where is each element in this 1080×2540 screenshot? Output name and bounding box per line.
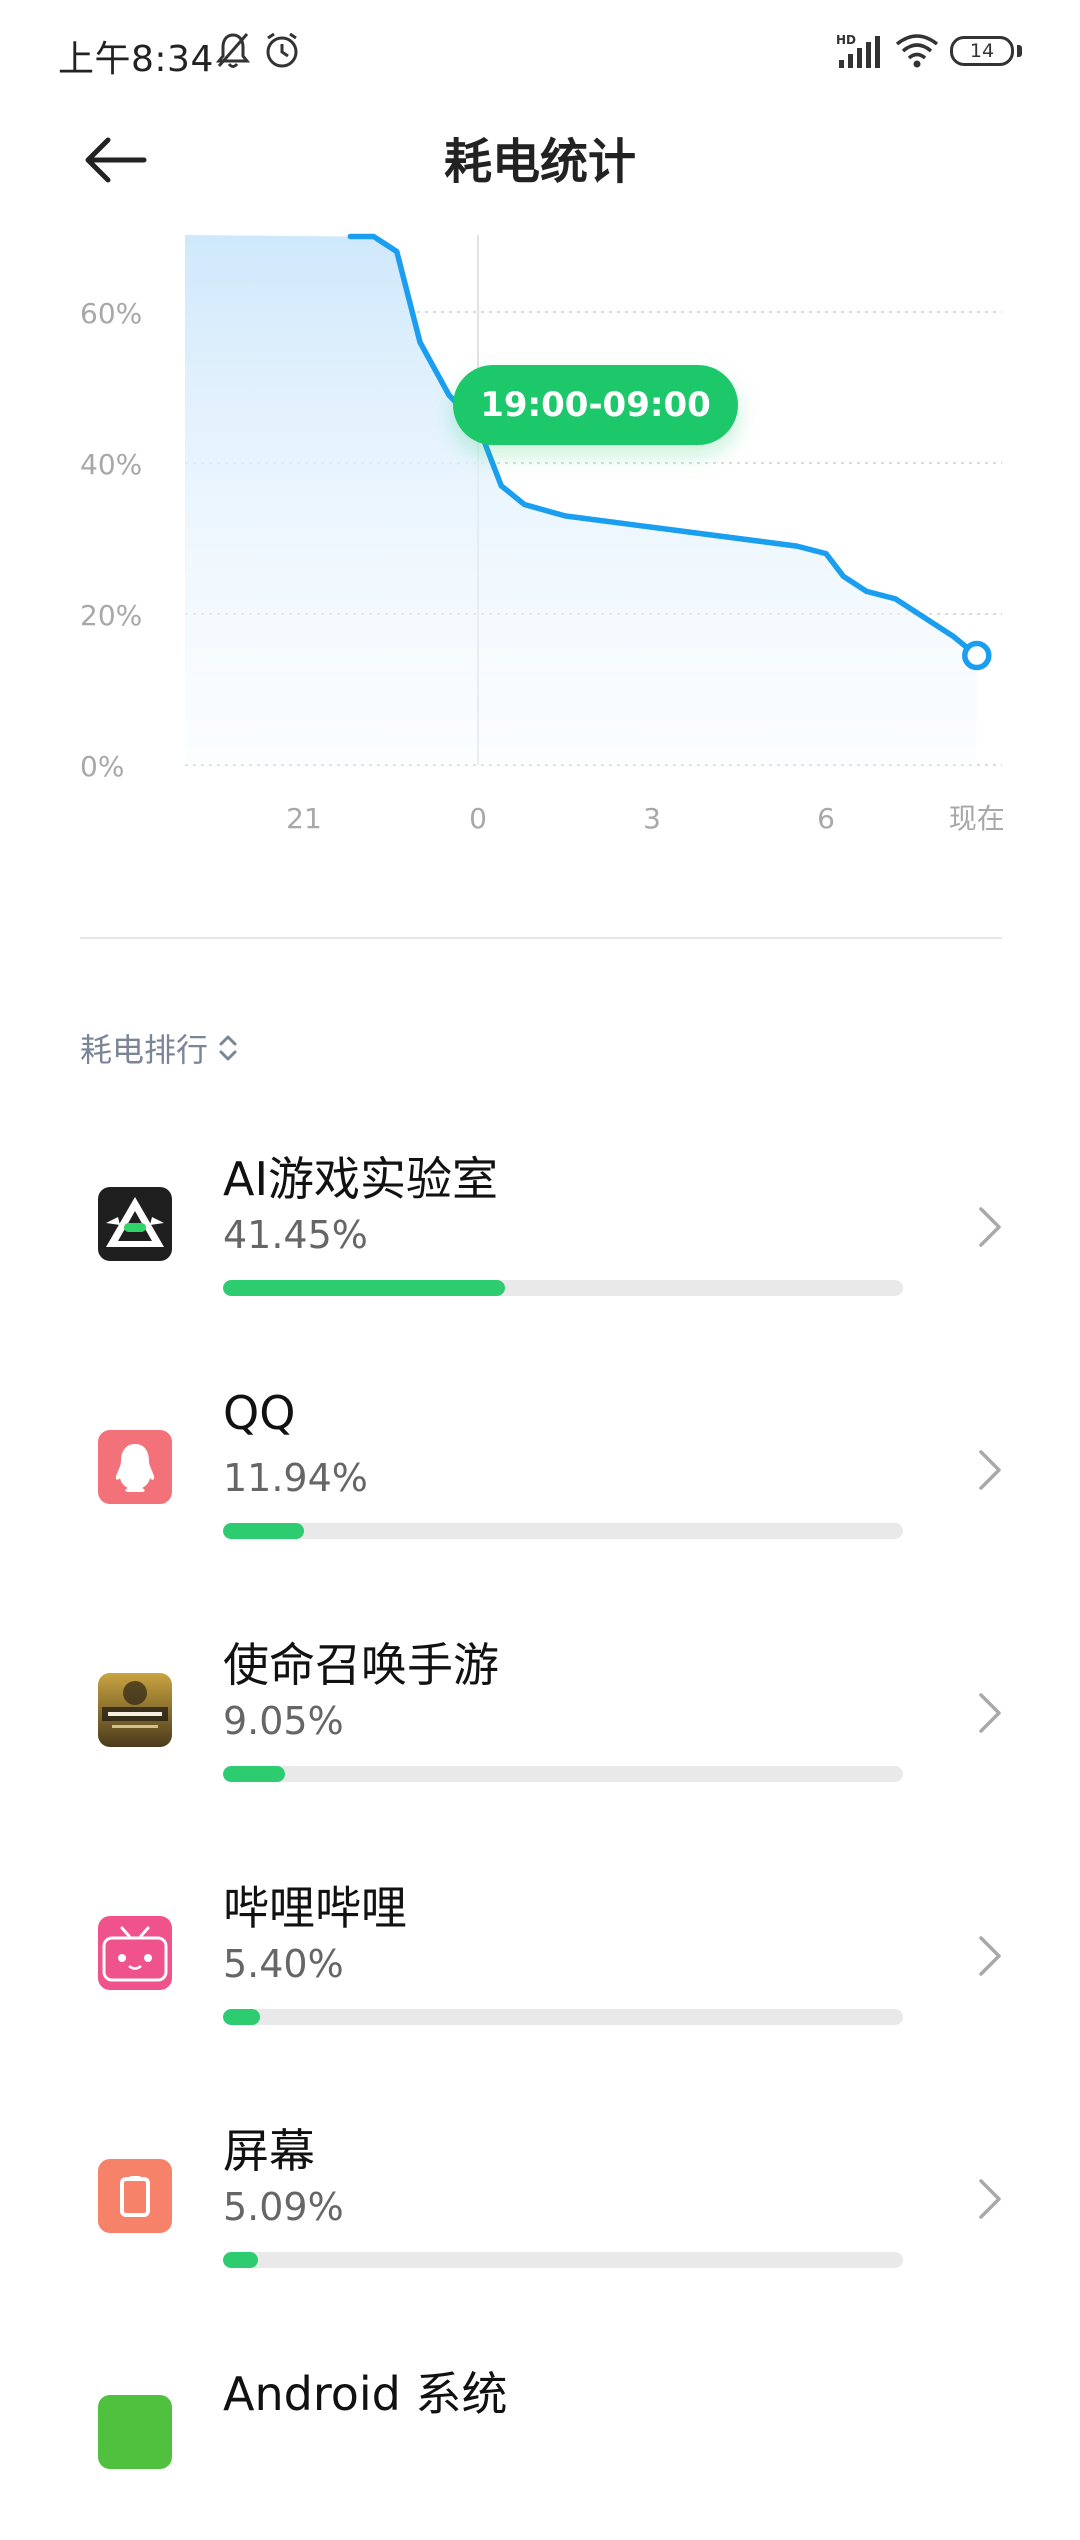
- usage-bar-fill: [223, 2009, 260, 2025]
- app-name: 哔哩哔哩: [223, 1881, 407, 1935]
- usage-bar: [223, 2009, 903, 2025]
- y-tick-label: 60%: [80, 297, 142, 330]
- usage-bar-fill: [223, 1523, 305, 1539]
- status-time: 上午8:34: [58, 39, 214, 80]
- y-tick-label: 40%: [80, 448, 142, 481]
- screen-icon: [98, 2159, 172, 2233]
- wifi-icon: [895, 34, 939, 72]
- battery-tip: [1017, 45, 1022, 57]
- usage-bar: [223, 1523, 903, 1539]
- mute-bell-icon: [215, 30, 251, 74]
- app-percentage: 9.05%: [223, 1699, 344, 1743]
- usage-bar-fill: [223, 1766, 285, 1782]
- current-level-dot: [962, 640, 992, 671]
- chevron-right-icon: [979, 1450, 1001, 1490]
- chevron-right-icon: [979, 1693, 1001, 1733]
- app-percentage: 5.09%: [223, 2185, 344, 2229]
- chart-svg: 60% 40% 20% 0% 21 0 3 6 现在 19:00-09:00: [80, 233, 1005, 835]
- ai-lab-app-icon: [98, 1187, 172, 1261]
- ranking-sort-toggle[interactable]: 耗电排行: [80, 1025, 240, 1071]
- time-range-label: 19:00-09:00: [480, 385, 711, 425]
- section-divider: [80, 937, 1002, 939]
- app-percentage: 41.45%: [223, 1213, 368, 1257]
- app-item-qq[interactable]: QQ 11.94%: [0, 1368, 1080, 1568]
- app-header: 耗电统计: [0, 100, 1080, 220]
- app-item-call-of-duty[interactable]: 使命召唤手游 9.05%: [0, 1611, 1080, 1811]
- qq-app-icon: [98, 1430, 172, 1504]
- app-name: Android 系统: [223, 2367, 508, 2421]
- app-item-bilibili[interactable]: 哔哩哔哩 5.40%: [0, 1854, 1080, 2054]
- status-bar: 上午8:34 HD 14: [0, 0, 1080, 100]
- app-name: QQ: [223, 1386, 296, 1440]
- app-name: AI游戏实验室: [223, 1152, 499, 1206]
- usage-bar: [223, 2252, 903, 2268]
- app-percentage: 5.40%: [223, 1942, 344, 1986]
- app-percentage: 11.94%: [223, 1456, 368, 1500]
- battery-icon: 14: [950, 36, 1014, 66]
- chevron-right-icon: [979, 1207, 1001, 1247]
- usage-bar-fill: [223, 2252, 258, 2268]
- chevron-right-icon: [979, 1936, 1001, 1976]
- usage-bar-fill: [223, 1280, 505, 1296]
- app-item-android-system[interactable]: Android 系统: [0, 2340, 1080, 2540]
- app-name: 使命召唤手游: [223, 1638, 499, 1692]
- app-item-ai-lab[interactable]: AI游戏实验室 41.45%: [0, 1125, 1080, 1325]
- alarm-icon: [262, 30, 302, 74]
- call-of-duty-app-icon: [98, 1673, 172, 1747]
- usage-bar: [223, 1280, 903, 1296]
- android-system-icon: [98, 2395, 172, 2469]
- page-title: 耗电统计: [443, 134, 636, 190]
- x-tick-label: 21: [286, 802, 322, 835]
- x-tick-label: 现在: [949, 802, 1005, 835]
- ranking-label: 耗电排行: [80, 1031, 209, 1069]
- svg-text:HD: HD: [836, 33, 856, 47]
- app-item-screen[interactable]: 屏幕 5.09%: [0, 2097, 1080, 2297]
- y-tick-label: 0%: [80, 750, 124, 783]
- y-tick-label: 20%: [80, 599, 142, 632]
- x-tick-label: 0: [469, 802, 487, 835]
- usage-area-fill: [185, 235, 977, 765]
- chevron-right-icon: [979, 2179, 1001, 2219]
- usage-bar: [223, 1766, 903, 1782]
- x-tick-label: 6: [817, 802, 835, 835]
- hd-signal-icon: HD: [835, 32, 883, 74]
- sort-updown-icon: [219, 1035, 237, 1061]
- bilibili-app-icon: [98, 1916, 172, 1990]
- app-name: 屏幕: [223, 2124, 315, 2178]
- battery-usage-chart[interactable]: 60% 40% 20% 0% 21 0 3 6 现在 19:00-09:00: [0, 230, 1080, 850]
- x-tick-label: 3: [643, 802, 661, 835]
